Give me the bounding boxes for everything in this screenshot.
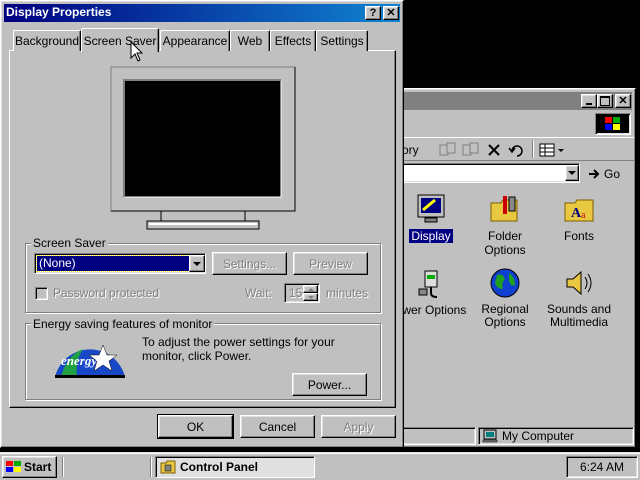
delete-icon[interactable] (486, 142, 502, 158)
start-button[interactable]: Start (2, 456, 57, 478)
screensaver-select[interactable]: (None) (34, 253, 206, 274)
status-bar-left (402, 427, 476, 445)
wait-value: 15 (289, 286, 303, 300)
control-panel-icon (160, 460, 176, 474)
content-pane: Display Folder Options Aa Fonts ower Opt… (396, 185, 634, 425)
chevron-down-icon (568, 171, 576, 175)
display-properties-dialog: Display Properties ? ✕ Background Screen… (0, 0, 404, 448)
power-button[interactable]: Power... (292, 373, 367, 396)
maximize-icon (600, 96, 610, 106)
close-icon: ✕ (618, 94, 628, 107)
mouse-cursor-icon (130, 41, 144, 62)
wait-label: Wait: (245, 286, 272, 300)
start-label: Start (24, 460, 52, 474)
icon-label: Fonts (563, 229, 594, 243)
maximize-button[interactable] (597, 94, 613, 108)
status-location-label: My Computer (502, 429, 575, 443)
tab-web[interactable]: Web (230, 30, 270, 51)
spin-down-icon (307, 295, 314, 299)
energy-logo-text: energy (61, 353, 98, 368)
clock[interactable]: 6:24 AM (580, 460, 624, 474)
speaker-icon (566, 270, 592, 296)
close-button[interactable]: ✕ (615, 94, 631, 108)
move-to-icon[interactable] (439, 142, 457, 158)
close-icon: ✕ (386, 6, 396, 19)
dialog-close-button[interactable]: ✕ (383, 6, 399, 20)
folder-options-icon (490, 196, 518, 222)
toolbar-divider (532, 140, 534, 158)
icon-label: Folder Options (484, 229, 526, 257)
help-button[interactable]: ? (365, 6, 381, 20)
windows-flag-icon (605, 117, 620, 130)
tab-settings[interactable]: Settings (316, 30, 368, 51)
password-checkbox[interactable] (35, 287, 48, 300)
dialog-titlebar[interactable]: Display Properties (4, 4, 400, 22)
icon-folder-options[interactable]: Folder Options (466, 193, 544, 257)
spin-up-icon (307, 287, 314, 291)
system-tray: 6:24 AM (566, 456, 638, 478)
screensaver-selected-value: (None) (36, 255, 190, 272)
quick-launch-area (68, 457, 146, 477)
minutes-label: minutes (326, 286, 369, 300)
history-button-label[interactable]: ory (402, 143, 419, 157)
icon-regional-options[interactable]: Regional Options (466, 267, 544, 329)
icon-label: Regional Options (481, 302, 529, 329)
icon-sounds-multimedia[interactable]: Sounds and Multimedia (540, 267, 618, 329)
undo-icon[interactable] (508, 142, 526, 158)
taskbar-separator (62, 457, 64, 477)
views-icon[interactable] (539, 142, 565, 158)
energy-group-label: Energy saving features of monitor (31, 317, 215, 331)
windows-flag-icon (6, 461, 21, 472)
copy-to-icon[interactable] (462, 142, 480, 158)
control-panel-window: ✕ ory Go Display Folder Options A a Font… (396, 88, 636, 448)
apply-button[interactable]: Apply (321, 415, 396, 438)
svg-text:a: a (581, 210, 586, 221)
password-label: Password protected (53, 286, 160, 300)
taskbar-separator-2 (150, 457, 152, 477)
go-label: Go (604, 167, 621, 181)
taskbar: Start Control Panel 6:24 AM (0, 452, 640, 480)
dialog-title: Display Properties (6, 5, 112, 19)
ok-button[interactable]: OK (157, 414, 234, 439)
power-options-icon (418, 270, 438, 298)
address-dropdown-button[interactable] (565, 165, 579, 181)
status-bar-location: My Computer (478, 427, 634, 445)
tab-effects[interactable]: Effects (270, 30, 316, 51)
cancel-button[interactable]: Cancel (240, 415, 315, 438)
fonts-icon: Aa (564, 199, 594, 222)
energy-description: To adjust the power settings for your mo… (142, 335, 335, 363)
icon-label: Sounds and Multimedia (546, 302, 612, 329)
go-arrow-icon (589, 169, 600, 179)
display-icon (417, 194, 445, 223)
go-button[interactable]: Go (587, 165, 631, 183)
settings-button[interactable]: Settings... (212, 252, 287, 275)
screensaver-group-label: Screen Saver (31, 236, 108, 250)
tab-appearance[interactable]: Appearance (160, 30, 230, 51)
wait-spin-down[interactable] (303, 293, 318, 301)
tab-background[interactable]: Background (13, 30, 81, 51)
icon-label: Display (409, 229, 453, 243)
address-input[interactable] (402, 163, 580, 183)
toolbar: ory (402, 137, 634, 161)
energy-star-logo: energy (53, 335, 127, 379)
task-label: Control Panel (180, 460, 259, 474)
globe-icon (490, 268, 520, 298)
wait-spin-up[interactable] (303, 285, 318, 293)
icon-fonts[interactable]: Aa Fonts (540, 193, 618, 243)
help-icon: ? (369, 6, 377, 19)
windows-logo-throbber (595, 113, 631, 135)
task-control-panel[interactable]: Control Panel (155, 456, 315, 478)
icon-label: ower Options (395, 303, 467, 317)
preview-button[interactable]: Preview (293, 252, 368, 275)
minimize-button[interactable] (581, 94, 597, 108)
screensaver-dropdown-button[interactable] (189, 255, 205, 272)
monitor-preview (110, 66, 296, 230)
tab-screen-saver[interactable]: Screen Saver (81, 28, 159, 52)
minimize-icon (586, 103, 592, 105)
chevron-down-icon (193, 261, 201, 266)
my-computer-icon (482, 429, 498, 443)
